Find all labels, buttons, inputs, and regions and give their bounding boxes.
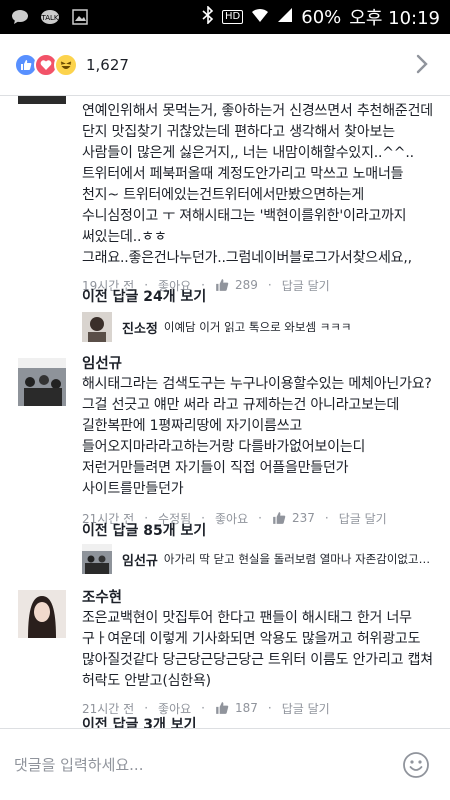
reaction-count: 1,627 <box>86 55 129 74</box>
separator-dot: · <box>267 278 272 292</box>
reply-link[interactable]: 답글 달기 <box>282 277 330 294</box>
comment-line: 연예인위해서 못먹는거, 좋아하는거 신경쓰면서 추천해준건데 <box>82 103 433 119</box>
comment-line: 많아질것같다 당근당근당근당근 트위터 이름도 안가리고 캡쳐 <box>82 652 433 668</box>
avatar <box>82 544 112 574</box>
talk-icon: TALK <box>40 8 60 26</box>
comments-feed[interactable]: 연예인위해서 못먹는거, 좋아하는거 신경쓰면서 추천해준건데 단지 맛집찾기 … <box>0 96 450 728</box>
comment-line: 사이트를만들던가 <box>82 481 184 497</box>
comment-2: 임선규 해시태그라는 검색도구는 누구나이용할수있는 메체아닌가요? 그걸 선긋… <box>82 354 436 530</box>
view-previous-replies[interactable]: 이전 답글 24개 보기 <box>82 286 206 306</box>
comment-2-text: 해시태그라는 검색도구는 누구나이용할수있는 메체아닌가요? 그걸 선긋고 얘만… <box>82 374 436 500</box>
comment-1: 연예인위해서 못먹는거, 좋아하는거 신경쓰면서 추천해준건데 단지 맛집찾기 … <box>82 101 436 297</box>
comment-line: 써있는데..ㅎㅎ <box>82 229 167 245</box>
like-count: 187 <box>215 701 258 715</box>
clock: 오후 10:19 <box>349 8 440 29</box>
thumbs-up-icon <box>216 279 229 291</box>
comment-line: 수니심정이고 ㅜ 져해시태그는 '백현이를위한'이라고까지 <box>82 208 407 224</box>
bluetooth-icon <box>202 4 214 29</box>
thumbs-up-icon <box>216 702 229 714</box>
hd-voice-badge: HD <box>222 10 244 24</box>
battery-percent: 60% <box>301 6 342 28</box>
separator-dot: · <box>201 701 205 715</box>
comment-line: 단지 맛집찾기 귀찮았는데 편하다고 생각해서 찾아보는 <box>82 124 395 140</box>
signal-icon <box>277 7 293 28</box>
comment-line: 길한복판에 1평짜리땅에 자기이름쓰고 <box>82 418 303 434</box>
view-previous-replies[interactable]: 이전 답글 85개 보기 <box>82 520 206 540</box>
thumbs-up-icon <box>273 512 286 524</box>
reactions-header[interactable]: 1,627 <box>0 34 450 96</box>
comment-3: 조수현 조은교백현이 맛집투어 한다고 팬들이 해시태그 한거 너무 구ㅏ여운데… <box>82 588 436 720</box>
comment-line: 사람들이 많은게 싫은거지,, 너는 내맘이해할수있지..^^.. <box>82 145 414 161</box>
avatar[interactable] <box>18 358 66 406</box>
reply-author[interactable]: 임선규 <box>122 550 158 569</box>
chat-bubble-icon <box>10 8 30 26</box>
separator-dot: · <box>144 701 149 715</box>
reply-text: 아가리 딱 닫고 현실을 돌러보렴 열마나 자존감이없고… <box>163 552 431 566</box>
reply-link[interactable]: 답글 달기 <box>339 510 387 527</box>
comment-input-bar <box>0 728 450 800</box>
like-link[interactable]: 좋아요 <box>215 510 248 527</box>
gallery-icon <box>70 8 90 26</box>
comment-line: 트위터에서 페북퍼올때 계정도안가리고 막쓰고 노매너들 <box>82 166 404 182</box>
comment-line: 허락도 안받고(심한욕) <box>82 673 211 689</box>
view-previous-replies[interactable]: 이전 답글 3개 보기 <box>82 714 197 728</box>
status-bar: TALK HD 60% 오후 10:19 <box>0 0 450 34</box>
like-count: 237 <box>272 511 315 525</box>
svg-text:TALK: TALK <box>40 14 58 22</box>
reply-text: 이예담 이거 읽고 톡으로 와보셈 ㅋㅋㅋ <box>163 320 352 334</box>
wifi-icon <box>251 7 269 28</box>
comment-line: 조은교백현이 맛집투어 한다고 팬들이 해시태그 한거 너무 <box>82 610 412 626</box>
comment-author[interactable]: 조수현 <box>82 588 436 608</box>
comment-line: 들어오지마라라고하는거랑 다를바가없어보이는디 <box>82 439 366 455</box>
reply-preview[interactable]: 임선규 아가리 딱 닫고 현실을 돌러보렴 열마나 자존감이없고… <box>82 542 436 576</box>
avatar[interactable] <box>18 96 66 104</box>
separator-dot: · <box>258 511 262 525</box>
reaction-icons <box>14 52 78 77</box>
comment-1-text: 연예인위해서 못먹는거, 좋아하는거 신경쓰면서 추천해준건데 단지 맛집찾기 … <box>82 101 436 269</box>
like-count-value: 187 <box>235 701 258 715</box>
like-count-value: 237 <box>291 511 315 525</box>
separator-dot: · <box>267 701 272 715</box>
comment-3-text: 조은교백현이 맛집투어 한다고 팬들이 해시태그 한거 너무 구ㅏ여운데 이렇게… <box>82 608 436 692</box>
comment-line: 천지~ 트위터에있는건트위터에서만봤으면하는게 <box>82 187 365 203</box>
reply-preview[interactable]: 진소정 이예담 이거 읽고 톡으로 와보셈 ㅋㅋㅋ <box>82 310 436 344</box>
comment-line: 저런거만들려면 자기들이 직접 어플을만들던가 <box>82 460 349 476</box>
comment-line: 그걸 선긋고 얘만 써라 라고 규제하는건 아니라고보는데 <box>82 397 400 413</box>
comment-line: 구ㅏ여운데 이렇게 기사화되면 악용도 많을꺼고 허위광고도 <box>82 631 421 647</box>
like-count: 289 <box>215 278 258 292</box>
comment-input[interactable] <box>14 755 384 774</box>
comment-author[interactable]: 임선규 <box>82 354 436 374</box>
like-count-value: 289 <box>235 278 258 292</box>
haha-reaction-icon <box>54 52 78 77</box>
avatar[interactable] <box>18 590 66 638</box>
avatar <box>82 312 112 342</box>
comment-line: 해시태그라는 검색도구는 누구나이용할수있는 메체아닌가요? <box>82 376 432 392</box>
emoji-icon[interactable] <box>402 751 430 783</box>
separator-dot: · <box>324 511 329 525</box>
chevron-right-icon[interactable] <box>416 54 428 78</box>
reply-author[interactable]: 진소정 <box>122 318 158 337</box>
comment-line: 그래요..좋은건나누던가..그럼네이버블로그가서찾으세요,, <box>82 250 412 266</box>
reply-link[interactable]: 답글 달기 <box>282 700 330 717</box>
